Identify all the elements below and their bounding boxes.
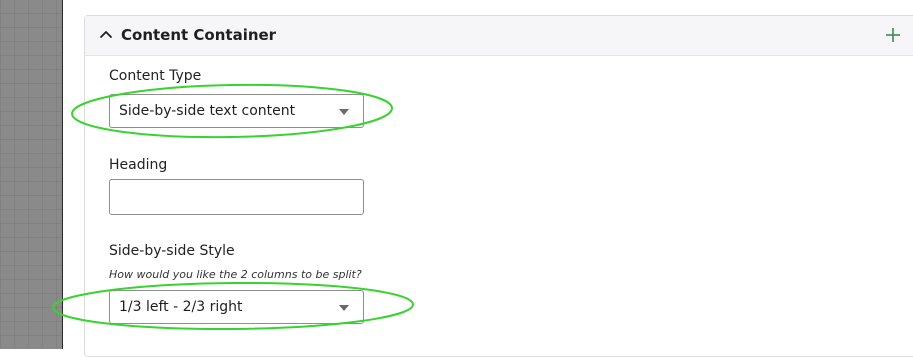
side-style-select[interactable]: 1/3 left - 2/3 right [109, 290, 364, 324]
panel-header[interactable]: Content Container [85, 16, 913, 56]
chevron-down-icon [339, 109, 349, 115]
content-type-value: Side-by-side text content [119, 103, 296, 119]
content-type-select[interactable]: Side-by-side text content [109, 94, 364, 128]
panel-title: Content Container [121, 26, 277, 44]
content-type-label: Content Type [109, 68, 202, 84]
side-style-hint: How would you like the 2 columns to be s… [109, 268, 362, 281]
heading-input[interactable] [109, 179, 364, 215]
content-container-panel: Content Container Content Type Side-by-s… [84, 15, 913, 357]
chevron-up-icon[interactable] [99, 27, 113, 41]
page-background-gutter [0, 0, 62, 349]
gutter-divider [62, 0, 63, 349]
side-style-label: Side-by-side Style [109, 243, 235, 259]
chevron-down-icon [339, 305, 349, 311]
plus-icon[interactable] [883, 25, 903, 45]
heading-label: Heading [109, 157, 168, 173]
side-style-value: 1/3 left - 2/3 right [119, 299, 243, 315]
